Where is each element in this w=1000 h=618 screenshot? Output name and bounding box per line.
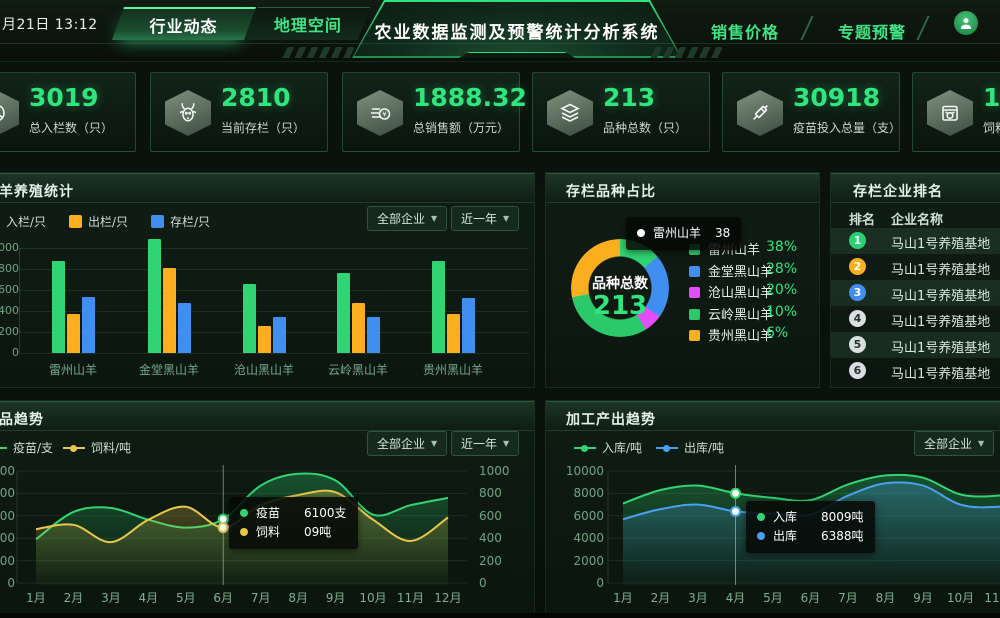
panel-output-trend: 加工产出趋势 入库/吨 出库/吨 全部企业▼ 入库8009吨 出库6388吨 1… <box>545 400 1000 615</box>
ranking-row[interactable]: 3 马山1号养殖基地 <box>831 280 1000 306</box>
tab-sales-price[interactable]: 销售价格 <box>711 19 779 43</box>
datetime-label: 月21日 13:12 <box>2 14 98 34</box>
kpi-label: 饲料投入 <box>983 119 1000 136</box>
tooltip-dot <box>757 532 765 540</box>
panel-company-ranking: 存栏企业排名 排名 企业名称 1 马山1号养殖基地 2 马山1号养殖基地 3 马… <box>830 172 1000 388</box>
kpi-label: 当前存栏（只） <box>221 119 305 136</box>
rank-badge: 3 <box>849 284 866 301</box>
kpi-value: 213 <box>603 83 655 112</box>
kpi-label: 总销售额（万元） <box>413 119 509 136</box>
page-title: 农业数据监测及预警统计分析系统 <box>352 18 682 43</box>
line-chart-input[interactable]: 疫苗6100支 饲料09吨 1月2月3月4月5月6月7月8月9月10月11月12… <box>0 401 534 614</box>
panel-livestock-stats: 羊养殖统计 入栏/只 出栏/只 存栏/只 全部企业▼ 近一年▼ 10008006… <box>0 172 535 388</box>
dashboard: 月21日 13:12 行业动态 地理空间 农业数据监测及预警统计分析系统 销售价… <box>0 0 1000 618</box>
donut-legend-item[interactable]: 云岭黑山羊10% <box>689 304 773 323</box>
rank-badge: 4 <box>849 310 866 327</box>
panel-title: 存栏品种占比 <box>566 181 656 201</box>
column-header-company: 企业名称 <box>891 209 943 228</box>
ranking-row[interactable]: 2 马山1号养殖基地 <box>831 254 1000 280</box>
header-hairline <box>0 43 1000 44</box>
donut-legend-item[interactable]: 金堂黑山羊28% <box>689 261 773 280</box>
kpi-value: 3019 <box>29 83 99 112</box>
panel-breed-share: 存栏品种占比 品种总数 213 雷州山羊38%金堂黑山羊28%沧山黑山羊20%云… <box>545 172 820 388</box>
tooltip-dot <box>240 528 248 536</box>
rank-badge: 5 <box>849 336 866 353</box>
kpi-value: 1888.32 <box>413 83 527 112</box>
banner-notch <box>457 52 577 59</box>
nav-divider <box>800 16 813 40</box>
tab-label: 地理空间 <box>274 12 342 36</box>
output-tooltip: 入库8009吨 出库6388吨 <box>746 501 875 553</box>
panel-header: 存栏品种占比 <box>546 173 819 203</box>
tab-label: 行业动态 <box>150 13 218 37</box>
tooltip-dot <box>637 229 645 237</box>
donut-legend-item[interactable]: 贵州黑山羊6% <box>689 325 773 344</box>
rank-badge: 1 <box>849 232 866 249</box>
donut-legend-item[interactable]: 沧山黑山羊20% <box>689 282 773 301</box>
user-avatar-icon[interactable] <box>954 11 978 35</box>
hazard-stripes <box>650 47 722 58</box>
input-tooltip: 疫苗6100支 饲料09吨 <box>229 497 358 549</box>
pie-chart-icon <box>0 90 19 136</box>
syringe-icon <box>737 90 783 136</box>
top-nav: 月21日 13:12 行业动态 地理空间 农业数据监测及预警统计分析系统 销售价… <box>0 0 1000 62</box>
svg-text:¥: ¥ <box>382 111 387 119</box>
ranking-row[interactable]: 6 马山1号养殖基地 <box>831 358 1000 384</box>
kpi-value: 2810 <box>221 83 291 112</box>
tooltip-dot <box>240 509 248 517</box>
donut-center-label: 品种总数 <box>571 273 669 293</box>
rank-badge: 6 <box>849 362 866 379</box>
kpi-card-total-in: 3019 总入栏数（只） <box>0 72 136 152</box>
kpi-value: 1888 <box>983 83 1000 112</box>
kpi-label: 总入栏数（只） <box>29 119 113 136</box>
tab-geospatial[interactable]: 地理空间 <box>246 7 370 40</box>
kpi-label: 疫苗投入总量（支） <box>793 119 901 136</box>
feed-bag-icon <box>927 90 973 136</box>
layers-icon <box>547 90 593 136</box>
kpi-card-current-stock: 2810 当前存栏（只） <box>150 72 328 152</box>
kpi-value: 30918 <box>793 83 880 112</box>
line-chart-output[interactable]: 入库8009吨 出库6388吨 1月2月3月4月5月6月7月8月9月10月11月… <box>546 401 1000 614</box>
hazard-stripes <box>282 47 354 58</box>
kpi-card-breed-total: 213 品种总数（只） <box>532 72 710 152</box>
kpi-card-total-sales: ¥ 1888.32 总销售额（万元） <box>342 72 520 152</box>
tooltip-dot <box>757 513 765 521</box>
sales-coins-icon: ¥ <box>357 90 403 136</box>
goat-icon <box>165 90 211 136</box>
kpi-label: 品种总数（只） <box>603 119 687 136</box>
column-header-rank: 排名 <box>849 209 875 228</box>
ranking-row[interactable]: 1 马山1号养殖基地 <box>831 228 1000 254</box>
kpi-card-vaccine-total: 30918 疫苗投入总量（支） <box>722 72 900 152</box>
donut-center-value: 213 <box>571 291 669 321</box>
kpi-card-feed-total: 1888 饲料投入 <box>912 72 1000 152</box>
donut-tooltip: 雷州山羊38 <box>626 217 741 250</box>
ranking-row[interactable]: 5 马山1号养殖基地 <box>831 332 1000 358</box>
system-title-banner: 农业数据监测及预警统计分析系统 <box>352 0 682 58</box>
rank-badge: 2 <box>849 258 866 275</box>
panel-header: 存栏企业排名 <box>831 173 1000 203</box>
nav-divider <box>916 16 929 40</box>
panel-title: 存栏企业排名 <box>853 181 943 201</box>
panel-input-trend: 品趋势 疫苗/支 饲料/吨 全部企业▼ 近一年▼ 疫苗6100支 饲料09吨 1… <box>0 400 535 615</box>
bar-chart[interactable]: 10008006004002000雷州山羊金堂黑山羊沧山黑山羊云岭黑山羊贵州黑山… <box>0 173 534 387</box>
tab-industry-news[interactable]: 行业动态 <box>112 7 256 40</box>
tab-special-warning[interactable]: 专题预警 <box>838 19 906 43</box>
ranking-row[interactable]: 4 马山1号养殖基地 <box>831 306 1000 332</box>
